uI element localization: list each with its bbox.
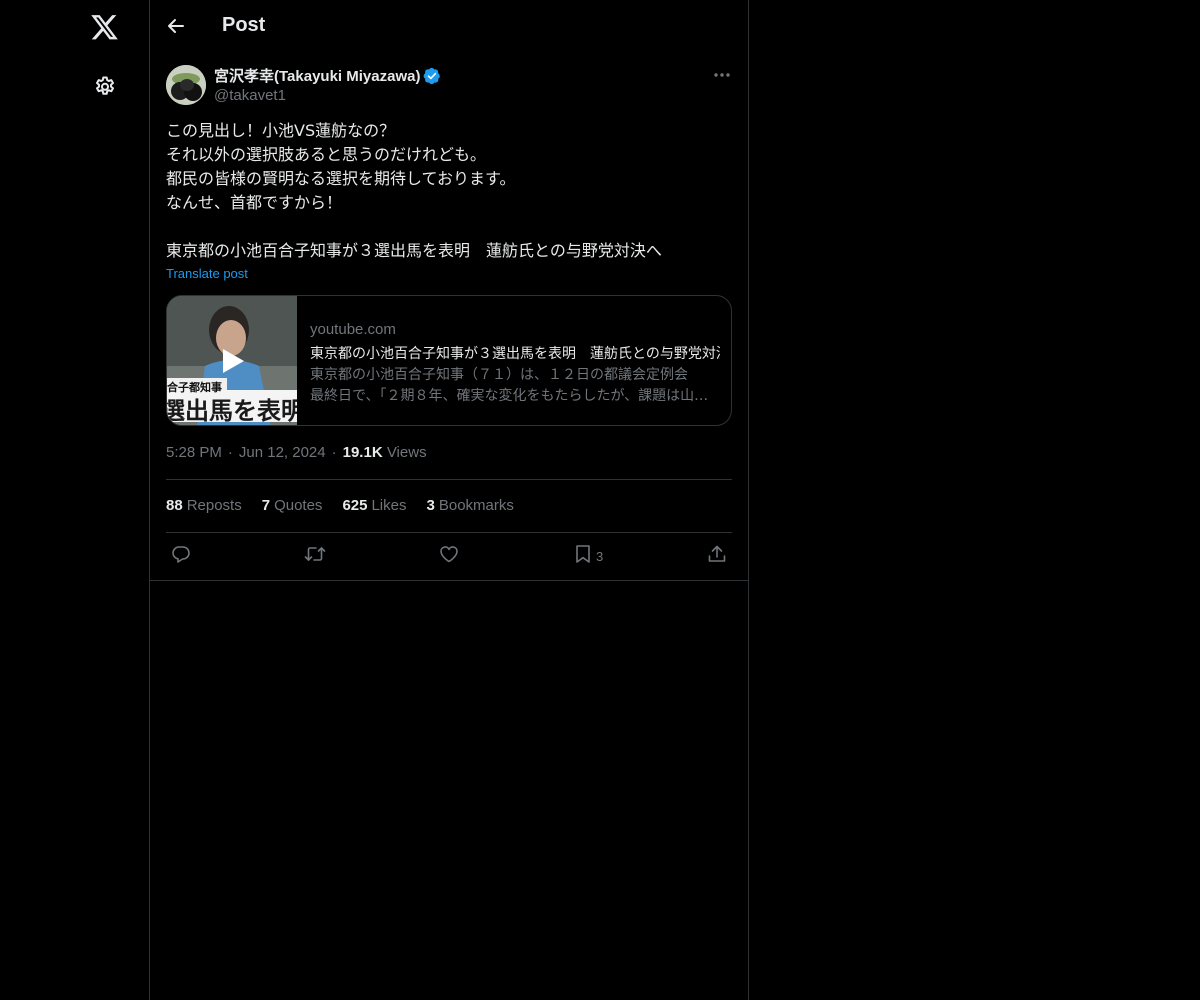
card-title: 東京都の小池百合子知事が３選出馬を表明 蓮舫氏との与野党対決へ [310,346,720,362]
author-handle[interactable]: @takavet1 [214,87,286,104]
reply-button[interactable] [171,544,191,568]
divider [166,532,732,533]
quotes-stat[interactable]: 7 Quotes [262,497,323,514]
post-text-line: 都民の皆様の賢明なる選択を期待しております。 [166,169,516,188]
bookmarks-count: 3 [426,497,435,514]
action-bar: 3 [166,544,732,568]
meta-separator: · [227,444,233,461]
avatar[interactable] [166,65,206,105]
left-nav [0,0,150,1000]
post-text-line: なんせ、首都ですから！ [166,193,343,212]
reply-icon [171,544,191,569]
post-text: この見出し！小池VS蓮舫なの？ それ以外の選択肢あると思うのだけれども。 都民の… [166,119,732,263]
card-description-line: 最終日で、「２期８年、確実な変化をもたらしたが、課題は山積している」 [310,388,720,404]
author-name-text: 宮沢孝幸(Takayuki Miyazawa) [214,68,421,85]
reposts-count: 88 [166,497,183,514]
card-description: 東京都の小池百合子知事（７１）は、１２日の都議会定例会 最終日で、「２期８年、確… [310,365,720,407]
card-domain: youtube.com [310,321,396,338]
likes-count: 625 [342,497,368,514]
translate-post-link[interactable]: Translate post [166,266,248,281]
reposts-label: Reposts [186,497,242,514]
quotes-count: 7 [261,497,271,514]
repost-icon [304,544,326,569]
quotes-label: Quotes [274,497,323,514]
more-options-icon[interactable] [710,66,734,84]
bookmarks-label: Bookmarks [438,497,514,514]
page-header: Post [150,0,748,53]
post-text-line: この見出し！小池VS蓮舫なの？ [166,121,396,140]
reposts-stat[interactable]: 88 Reposts [166,497,242,514]
bookmark-button[interactable]: 3 [574,544,603,568]
post-date[interactable]: Jun 12, 2024 [239,444,326,461]
share-button[interactable] [707,544,727,568]
post-text-line: 東京都の小池百合子知事が３選出馬を表明 蓮舫氏との与野党対決へ [166,241,662,260]
likes-label: Likes [371,497,407,514]
video-thumbnail[interactable]: 合子都知事 選出馬を表明 [167,296,297,425]
gear-icon[interactable] [92,74,118,100]
card-description-line: 東京都の小池百合子知事（７１）は、１２日の都議会定例会 [310,367,688,383]
divider [150,580,748,581]
link-preview-card[interactable]: 合子都知事 選出馬を表明 youtube.com 東京都の小池百合子知事が３選出… [166,295,732,426]
play-icon[interactable] [220,347,246,375]
divider [166,479,732,480]
main-column: Post 宮沢孝幸(Takayuki Miyazawa) @takavet1 こ [150,0,749,1000]
views-count: 19.1K [342,444,383,461]
likes-stat[interactable]: 625 Likes [342,497,406,514]
post-text-line: それ以外の選択肢あると思うのだけれども。 [166,145,487,164]
verified-badge-icon [423,67,441,85]
repost-button[interactable] [304,544,326,568]
page-title: Post [222,14,266,36]
engagement-stats: 88 Reposts 7 Quotes 625 Likes 3 Bookmarks [166,497,514,514]
x-logo-icon[interactable] [90,13,120,43]
bookmark-icon [574,544,592,569]
back-arrow-icon[interactable] [164,14,188,38]
bookmarks-stat[interactable]: 3 Bookmarks [427,497,514,514]
post-meta: 5:28 PM · Jun 12, 2024 · 19.1K Views [166,444,427,461]
heart-icon [439,544,459,569]
like-button[interactable] [439,544,459,568]
meta-separator: · [331,444,337,461]
thumbnail-caption-bottom: 選出馬を表明 [167,397,297,425]
author-name[interactable]: 宮沢孝幸(Takayuki Miyazawa) [214,65,441,86]
post-text-line [166,215,732,239]
post-time[interactable]: 5:28 PM [166,444,222,461]
views-label: Views [386,444,427,461]
share-icon [707,544,727,569]
bookmark-count: 3 [596,548,604,564]
